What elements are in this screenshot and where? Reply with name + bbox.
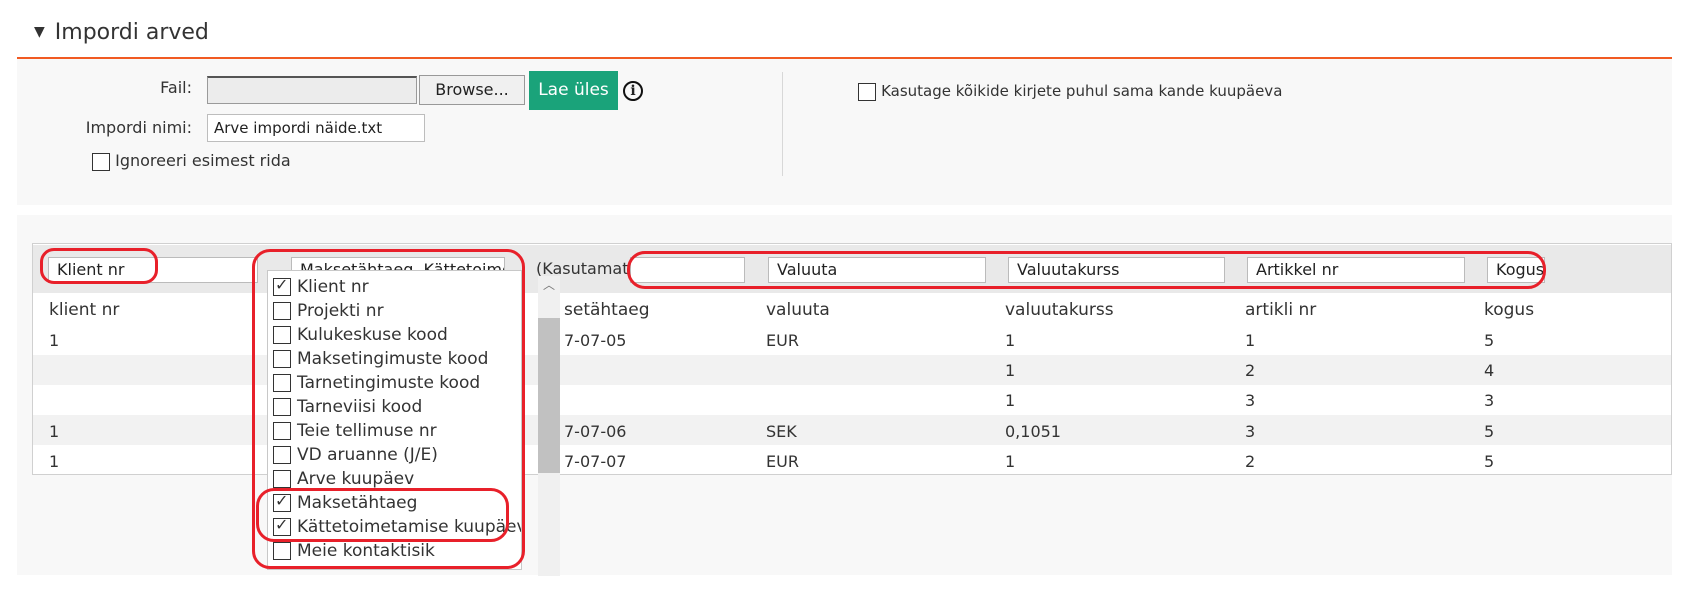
same-date-label: Kasutage kõikide kirjete puhul sama kand… [881,82,1283,100]
section-title: Impordi arved [54,20,209,45]
highlight-date-options [256,488,509,542]
import-name-label: Impordi nimi: [85,118,192,137]
header-valuuta: valuuta [766,300,830,320]
table-cell: 2 [1245,452,1256,471]
table-cell: 1 [1005,361,1016,380]
form-separator [782,72,783,176]
header-valuutakurss: valuutakurss [1005,300,1114,320]
table-cell: 0,1051 [1005,422,1061,441]
ignore-first-row-option[interactable]: Ignoreeri esimest rida [92,151,291,171]
table-cell: 3 [1245,422,1256,441]
highlight-columns [627,251,1546,289]
upload-button[interactable]: Lae üles [529,71,618,110]
table-cell: EUR [766,452,799,471]
table-cell: 1 [49,452,60,471]
same-date-checkbox[interactable] [858,82,876,101]
dropdown-scrollbar-thumb[interactable] [538,318,560,473]
header-klient-nr: klient nr [49,300,120,320]
same-date-option[interactable]: Kasutage kõikide kirjete puhul sama kand… [858,81,1282,101]
table-cell: 7-07-06 [564,422,627,441]
table-cell: EUR [766,331,799,350]
table-cell: 1 [1005,391,1016,410]
table-cell: 3 [1484,391,1495,410]
table-cell: 7-07-05 [564,331,627,350]
table-cell: 1 [49,331,60,350]
ignore-first-row-label: Ignoreeri esimest rida [115,151,291,170]
table-cell: 5 [1484,331,1495,350]
collapse-triangle-icon[interactable]: ▼ [34,24,45,40]
table-cell: SEK [766,422,797,441]
table-cell: 4 [1484,361,1495,380]
scroll-up-arrow-icon[interactable]: ︿ [538,276,560,296]
table-cell: 5 [1484,452,1495,471]
table-cell: 1 [1005,452,1016,471]
table-cell: 7-07-07 [564,452,627,471]
section-header[interactable]: ▼ Impordi arved [34,20,209,45]
highlight-klient-nr [40,248,158,284]
header-kogus: kogus [1484,300,1535,320]
file-input[interactable] [207,76,417,104]
table-cell: 5 [1484,422,1495,441]
header-artikli-nr: artikli nr [1245,300,1317,320]
info-icon[interactable]: i [623,81,643,101]
header-maksetahtaeg: setähtaeg [564,300,650,320]
table-cell: 1 [1245,331,1256,350]
table-cell: 1 [49,422,60,441]
ignore-first-row-checkbox[interactable] [92,152,110,171]
table-cell: 2 [1245,361,1256,380]
import-name-input[interactable]: Arve impordi näide.txt [207,114,425,142]
table-cell: 3 [1245,391,1256,410]
table-cell: 1 [1005,331,1016,350]
file-label: Fail: [160,78,192,97]
browse-button[interactable]: Browse... [419,75,525,105]
